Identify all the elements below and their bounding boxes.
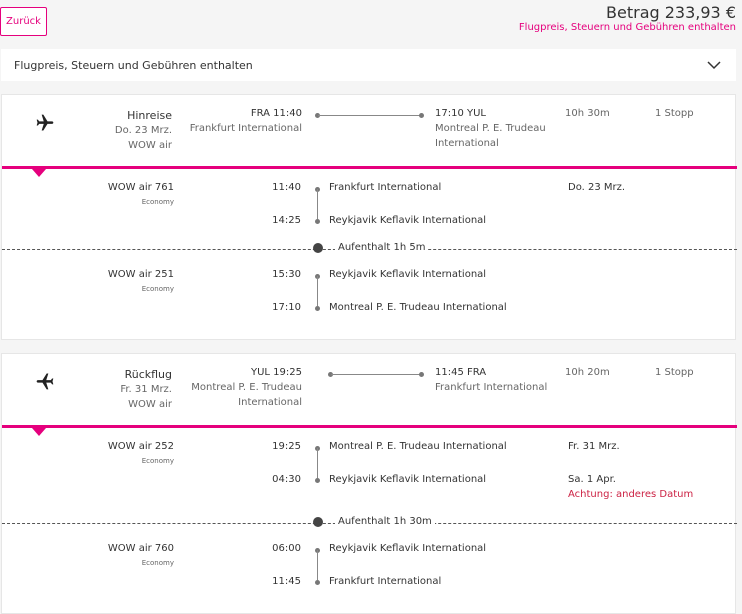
segment-arrival-time: 14:25: [272, 215, 301, 226]
outbound-date: Do. 23 Mrz.: [114, 125, 172, 136]
return-departure-airport-line2: International: [238, 397, 302, 408]
timeline-line: [317, 550, 318, 580]
outbound-departure-airport: Frankfurt International: [189, 123, 302, 134]
clock-icon: [313, 517, 323, 527]
outbound-departure: FRA 11:40: [250, 108, 302, 119]
segment-arrival-airport: Frankfurt International: [329, 576, 442, 587]
airplane-icon: [36, 373, 54, 390]
segment-departure-airport: Reykjavik Keflavik International: [329, 543, 487, 554]
segment-arrival-time: 04:30: [272, 474, 301, 485]
outbound-airline: WOW air: [128, 140, 172, 151]
section-divider: [2, 425, 737, 428]
segment-flight-number: WOW air 761: [107, 182, 174, 193]
route-end-dot: [419, 372, 424, 377]
segment-class: Economy: [141, 457, 174, 465]
timeline-dot: [315, 478, 320, 483]
outbound-duration: 10h 30m: [565, 108, 610, 119]
segment-departure-time: 19:25: [272, 441, 301, 452]
segment-departure-time: 06:00: [272, 543, 301, 554]
segment-arrival-airport: Montreal P. E. Trudeau International: [329, 302, 507, 313]
return-airline: WOW air: [128, 399, 172, 410]
date-change-warning: Achtung: anderes Datum: [568, 489, 694, 500]
expand-indicator: [32, 428, 46, 436]
chevron-down-icon[interactable]: [706, 55, 722, 75]
outbound-arrival-airport-line2: International: [435, 138, 499, 149]
route-end-dot: [419, 113, 424, 118]
back-button[interactable]: Zurück: [0, 7, 47, 36]
segment-departure-date: Do. 23 Mrz.: [568, 182, 626, 193]
total-price: Betrag 233,93 €: [606, 3, 736, 22]
timeline-line: [317, 189, 318, 219]
return-duration: 10h 20m: [565, 367, 610, 378]
layover-duration: Aufenthalt 1h 30m: [335, 516, 435, 527]
timeline-line: [317, 448, 318, 478]
summary-label: Flugpreis, Steuern und Gebühren enthalte…: [14, 59, 253, 72]
timeline-line: [317, 276, 318, 306]
segment-departure-time: 15:30: [272, 269, 301, 280]
segment-arrival-time: 17:10: [272, 302, 301, 313]
return-departure-airport-line1: Montreal P. E. Trudeau: [191, 382, 302, 393]
expand-indicator: [32, 169, 46, 177]
segment-departure-date: Fr. 31 Mrz.: [568, 441, 620, 452]
price-note: Flugpreis, Steuern und Gebühren enthalte…: [518, 22, 736, 33]
segment-flight-number: WOW air 251: [107, 269, 174, 280]
segment-class: Economy: [141, 198, 174, 206]
layover-duration: Aufenthalt 1h 5m: [335, 242, 429, 253]
segment-arrival-date: Sa. 1 Apr.: [568, 474, 616, 485]
outbound-stops: 1 Stopp: [655, 108, 694, 119]
return-flight-card: Rückflug Fr. 31 Mrz. WOW air YUL 19:25 M…: [1, 353, 737, 614]
segment-arrival-time: 11:45: [272, 576, 301, 587]
return-date: Fr. 31 Mrz.: [120, 384, 172, 395]
segment-arrival-airport: Reykjavik Keflavik International: [329, 215, 487, 226]
segment-class: Economy: [141, 559, 174, 567]
price-summary-toggle[interactable]: Flugpreis, Steuern und Gebühren enthalte…: [1, 49, 736, 81]
segment-departure-airport: Reykjavik Keflavik International: [329, 269, 487, 280]
segment-departure-airport: Frankfurt International: [329, 182, 442, 193]
section-divider: [2, 166, 737, 169]
segment-departure-time: 11:40: [272, 182, 301, 193]
outbound-title: Hinreise: [127, 109, 172, 122]
return-arrival: 11:45 FRA: [435, 367, 487, 378]
segment-arrival-airport: Reykjavik Keflavik International: [329, 474, 487, 485]
timeline-dot: [315, 219, 320, 224]
airplane-icon: [36, 114, 54, 131]
route-line: [318, 115, 422, 116]
segment-flight-number: WOW air 252: [107, 441, 174, 452]
segment-departure-airport: Montreal P. E. Trudeau International: [329, 441, 507, 452]
outbound-arrival: 17:10 YUL: [435, 108, 486, 119]
timeline-dot: [315, 580, 320, 585]
timeline-dot: [315, 306, 320, 311]
outbound-arrival-airport-line1: Montreal P. E. Trudeau: [435, 123, 546, 134]
clock-icon: [313, 243, 323, 253]
outbound-flight-card: Hinreise Do. 23 Mrz. WOW air FRA 11:40 F…: [1, 94, 737, 340]
return-departure: YUL 19:25: [251, 367, 302, 378]
return-arrival-airport: Frankfurt International: [435, 382, 548, 393]
segment-class: Economy: [141, 285, 174, 293]
return-stops: 1 Stopp: [655, 367, 694, 378]
segment-flight-number: WOW air 760: [107, 543, 174, 554]
return-title: Rückflug: [124, 368, 172, 381]
route-line: [331, 374, 422, 375]
